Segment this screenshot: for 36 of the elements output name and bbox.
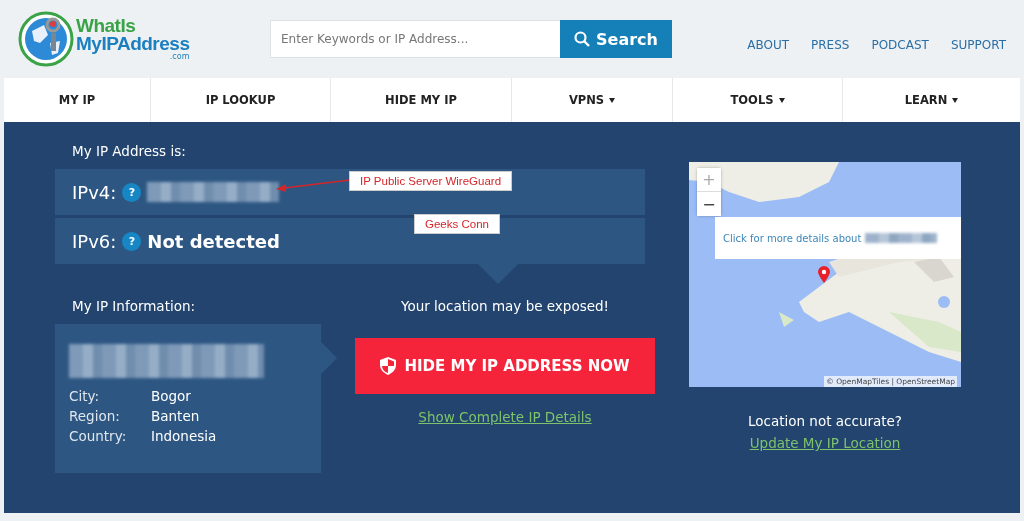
warning-text: Your location may be exposed! [400, 297, 609, 316]
globe-logo-icon [18, 11, 74, 67]
details-link[interactable]: Show Complete IP Details [418, 409, 592, 425]
location-question: Location not accurate? [747, 413, 903, 429]
search-icon [574, 31, 591, 47]
hide-ip-button[interactable]: HIDE MY IP ADDRESS NOW [355, 338, 655, 394]
annotation-label: Geeks Conn [414, 214, 500, 234]
field-value: Banten [151, 408, 201, 424]
field-label: Region: [69, 408, 121, 424]
field-label: Country: [69, 428, 128, 444]
nav-item[interactable]: LEARN [843, 78, 1020, 122]
section-heading: My IP Information: [71, 297, 197, 314]
popup-link[interactable]: Click for more details about [723, 232, 862, 244]
header-link[interactable]: PRESS [811, 38, 850, 52]
update-location-link[interactable]: Update My IP Location [749, 435, 901, 451]
ip-value: Not detected [147, 230, 280, 252]
search-button[interactable]: Search [560, 20, 672, 58]
logo-text: WhatIs [76, 17, 137, 36]
map-pin-icon [818, 266, 830, 283]
annotation-label: IP Public Server WireGuard [349, 171, 513, 191]
shield-icon [380, 357, 397, 375]
search-field[interactable]: Enter Keywords or IP Address... [270, 20, 560, 58]
field-label: City: [69, 388, 101, 404]
logo-suffix: .com [169, 53, 190, 61]
zoom-out-button[interactable]: − [697, 192, 721, 216]
ip-label: IPv6: [72, 230, 117, 252]
section-heading: My IP Address is: [71, 142, 187, 161]
header-link[interactable]: SUPPORT [950, 38, 1006, 52]
logo-text: MyIPAddress [76, 35, 190, 54]
field-value: Indonesia [151, 428, 218, 444]
header-link[interactable]: ABOUT [747, 38, 789, 52]
help-icon[interactable]: ? [122, 231, 142, 251]
field-value: Bogor [151, 388, 192, 404]
ip-label: IPv4: [72, 181, 117, 203]
header-link[interactable]: PODCAST [871, 38, 929, 52]
help-icon[interactable]: ? [122, 182, 142, 202]
